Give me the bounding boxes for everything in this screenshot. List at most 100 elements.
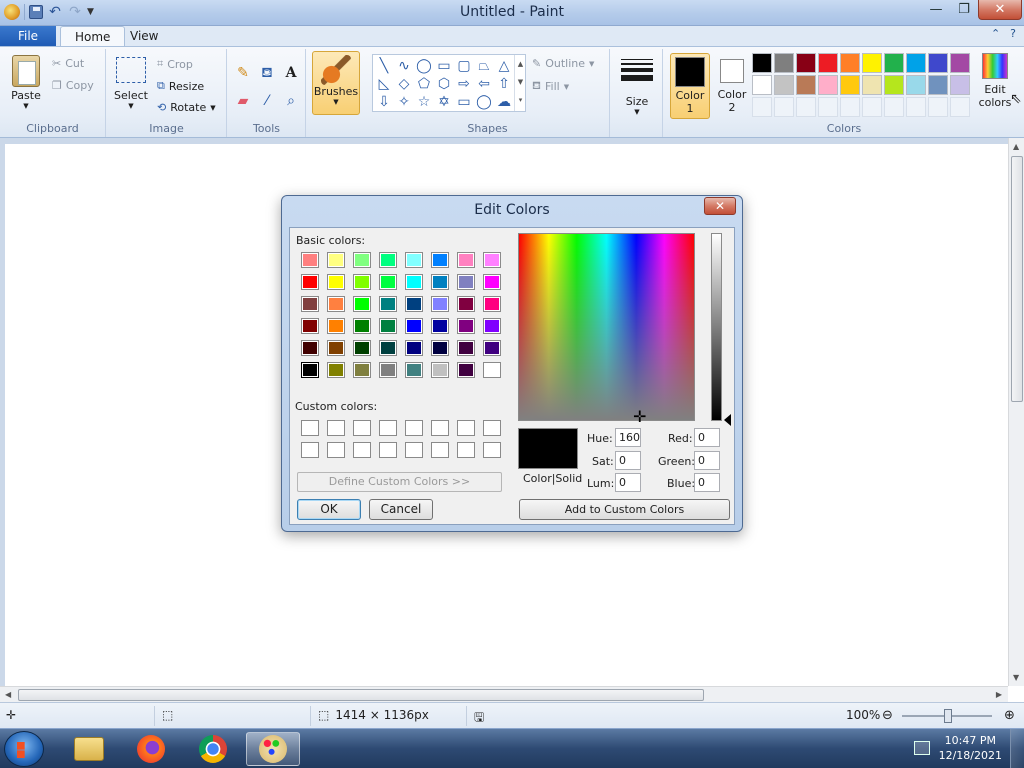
color1-button[interactable]: Color 1 <box>670 53 710 119</box>
diamond-shape-icon[interactable]: ◇ <box>395 75 413 93</box>
add-to-custom-colors-button[interactable]: Add to Custom Colors <box>519 499 730 520</box>
crop-button[interactable]: ⌗ Crop <box>157 57 193 71</box>
palette-swatch[interactable] <box>840 75 860 95</box>
custom-color-swatch[interactable] <box>431 420 449 436</box>
cloud-callout-shape-icon[interactable]: ☁ <box>495 93 513 111</box>
tab-view[interactable]: View <box>116 26 172 47</box>
palette-swatch[interactable] <box>818 75 838 95</box>
custom-color-swatch[interactable] <box>379 442 397 458</box>
palette-swatch[interactable] <box>796 75 816 95</box>
collapse-ribbon-icon[interactable]: ⌃ <box>991 27 1000 40</box>
palette-swatch[interactable] <box>884 53 904 73</box>
basic-color-swatch[interactable] <box>353 274 371 290</box>
select-button[interactable]: Select ▼ <box>111 51 151 110</box>
basic-color-swatch[interactable] <box>353 296 371 312</box>
palette-empty-slot[interactable] <box>906 97 926 117</box>
rounded-rectangle-shape-icon[interactable]: ▢ <box>455 57 473 75</box>
basic-color-swatch[interactable] <box>457 362 475 378</box>
vertical-scrollbar[interactable]: ▲ ▼ <box>1008 138 1024 686</box>
down-arrow-shape-icon[interactable]: ⇩ <box>375 93 393 111</box>
fill-bucket-icon[interactable]: ⛾ <box>256 61 278 83</box>
zoom-in-icon[interactable]: ⊕ <box>1004 708 1015 723</box>
basic-color-swatch[interactable] <box>301 296 319 312</box>
size-button[interactable]: Size ▼ <box>619 53 655 116</box>
scroll-down-icon[interactable]: ▼ <box>1013 673 1019 682</box>
oval-callout-shape-icon[interactable]: ◯ <box>475 93 493 111</box>
basic-color-swatch[interactable] <box>405 296 423 312</box>
outline-button[interactable]: ✎ Outline ▼ <box>532 57 594 70</box>
taskbar-clock[interactable]: 10:47 PM 12/18/2021 <box>939 733 1002 763</box>
basic-color-swatch[interactable] <box>431 296 449 312</box>
right-arrow-shape-icon[interactable]: ⇨ <box>455 75 473 93</box>
basic-color-swatch[interactable] <box>405 252 423 268</box>
cut-button[interactable]: ✂ Cut <box>52 57 84 70</box>
ok-button[interactable]: OK <box>297 499 361 520</box>
palette-swatch[interactable] <box>774 53 794 73</box>
define-custom-colors-button[interactable]: Define Custom Colors >> <box>297 472 502 492</box>
palette-swatch[interactable] <box>862 75 882 95</box>
taskbar-firefox[interactable] <box>124 732 178 766</box>
basic-color-swatch[interactable] <box>483 340 501 356</box>
basic-color-swatch[interactable] <box>483 362 501 378</box>
oval-shape-icon[interactable]: ◯ <box>415 57 433 75</box>
basic-color-swatch[interactable] <box>301 318 319 334</box>
restore-button[interactable]: ❐ <box>950 0 978 20</box>
magnifier-icon[interactable]: ⌕ <box>280 89 302 111</box>
palette-empty-slot[interactable] <box>796 97 816 117</box>
hexagon-shape-icon[interactable]: ⬡ <box>435 75 453 93</box>
palette-swatch[interactable] <box>928 75 948 95</box>
palette-empty-slot[interactable] <box>818 97 838 117</box>
custom-color-swatch[interactable] <box>405 420 423 436</box>
basic-color-swatch[interactable] <box>405 362 423 378</box>
basic-color-swatch[interactable] <box>327 340 345 356</box>
custom-color-swatch[interactable] <box>353 442 371 458</box>
taskbar-paint[interactable] <box>246 732 300 766</box>
luminosity-arrow-icon[interactable] <box>724 414 731 426</box>
help-icon[interactable]: ? <box>1010 27 1016 40</box>
custom-color-swatch[interactable] <box>405 442 423 458</box>
left-arrow-shape-icon[interactable]: ⇦ <box>475 75 493 93</box>
custom-color-swatch[interactable] <box>327 420 345 436</box>
zoom-out-icon[interactable]: ⊖ <box>882 708 893 723</box>
basic-color-swatch[interactable] <box>457 252 475 268</box>
resize-button[interactable]: ⧉ Resize <box>157 79 204 93</box>
custom-color-swatch[interactable] <box>353 420 371 436</box>
palette-empty-slot[interactable] <box>884 97 904 117</box>
basic-color-swatch[interactable] <box>353 362 371 378</box>
copy-button[interactable]: ❐ Copy <box>52 79 94 92</box>
palette-empty-slot[interactable] <box>928 97 948 117</box>
hue-field[interactable]: 160 <box>615 428 641 447</box>
basic-color-swatch[interactable] <box>301 362 319 378</box>
six-point-star-shape-icon[interactable]: ✡ <box>435 93 453 111</box>
custom-color-swatch[interactable] <box>301 420 319 436</box>
palette-swatch[interactable] <box>752 75 772 95</box>
palette-swatch[interactable] <box>906 53 926 73</box>
basic-color-swatch[interactable] <box>353 252 371 268</box>
custom-color-swatch[interactable] <box>379 420 397 436</box>
basic-color-swatch[interactable] <box>327 252 345 268</box>
palette-swatch[interactable] <box>752 53 772 73</box>
palette-empty-slot[interactable] <box>774 97 794 117</box>
polygon-shape-icon[interactable]: ⏢ <box>475 57 493 75</box>
basic-color-swatch[interactable] <box>379 362 397 378</box>
basic-color-swatch[interactable] <box>431 274 449 290</box>
right-triangle-shape-icon[interactable]: ◺ <box>375 75 393 93</box>
color2-button[interactable]: Color 2 <box>712 53 752 119</box>
dialog-close-button[interactable]: ✕ <box>704 197 736 215</box>
palette-swatch[interactable] <box>796 53 816 73</box>
basic-color-swatch[interactable] <box>301 252 319 268</box>
basic-color-swatch[interactable] <box>483 296 501 312</box>
scroll-right-icon[interactable]: ▶ <box>996 690 1002 699</box>
custom-color-swatch[interactable] <box>483 442 501 458</box>
basic-color-swatch[interactable] <box>457 274 475 290</box>
custom-color-swatch[interactable] <box>431 442 449 458</box>
five-point-star-shape-icon[interactable]: ☆ <box>415 93 433 111</box>
custom-color-swatch[interactable] <box>301 442 319 458</box>
rectangle-shape-icon[interactable]: ▭ <box>435 57 453 75</box>
blue-field[interactable]: 0 <box>694 473 720 492</box>
pentagon-shape-icon[interactable]: ⬠ <box>415 75 433 93</box>
paste-button[interactable]: Paste ▼ <box>6 51 46 110</box>
basic-color-swatch[interactable] <box>483 318 501 334</box>
shapes-scroll[interactable]: ▲ ▼ ▾ <box>514 55 526 111</box>
basic-color-swatch[interactable] <box>379 340 397 356</box>
